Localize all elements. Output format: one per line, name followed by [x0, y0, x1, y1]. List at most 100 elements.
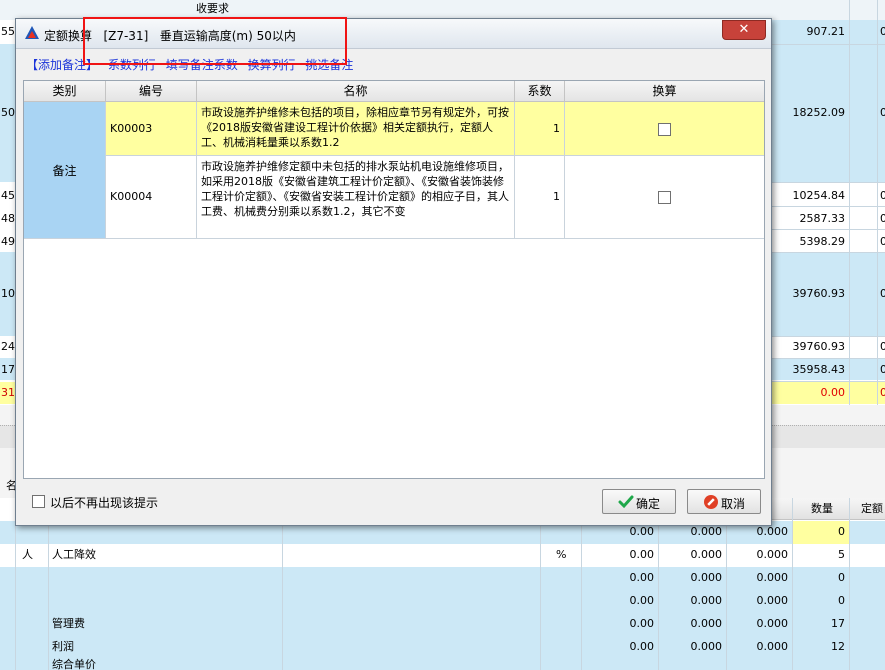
bg-value: 5398.29 — [799, 235, 846, 248]
bg-cell: % — [556, 548, 567, 561]
header-category[interactable]: 类别 — [24, 81, 106, 102]
row-coef: 1 — [553, 190, 560, 203]
close-button[interactable]: ✕ — [722, 20, 766, 40]
bg-value: 0.00 — [820, 386, 846, 399]
bg-edge-value: 0 — [880, 386, 885, 399]
table-row-2-coef[interactable]: 1 — [515, 156, 565, 239]
bg-cell: 0.000 — [756, 617, 789, 630]
bg-row-number: 500 — [1, 106, 15, 119]
bg-cell: 综合单价 — [52, 658, 96, 670]
bg-edge-value: 0 — [880, 235, 885, 248]
dont-show-again-checkbox[interactable] — [32, 495, 45, 508]
bg-value: 35958.43 — [792, 363, 846, 376]
bg-cell: 0 — [838, 571, 845, 584]
cancel-label: 取消 — [721, 497, 746, 511]
app-logo-icon — [24, 25, 40, 44]
ok-button[interactable]: 确定 — [602, 489, 676, 514]
add-note-link[interactable]: 添加备注 — [38, 58, 86, 72]
header-coef[interactable]: 系数 — [515, 81, 565, 102]
bg-grid-line — [792, 498, 793, 670]
bg-grid-line — [581, 521, 582, 670]
bg-value: 907.21 — [806, 25, 846, 38]
category-label: 备注 — [52, 164, 77, 178]
table-row-1-code[interactable]: K00003 — [106, 102, 197, 156]
cancel-button[interactable]: 取消 — [687, 489, 761, 514]
table-row-2-name[interactable]: 市政设施养护维修定额中未包括的排水泵站机电设施维修项目，如采用2018版《安徽省… — [197, 156, 515, 239]
bg-cell: 人工降效 — [52, 548, 96, 561]
bg-cell: 0.000 — [690, 548, 723, 561]
bg-cell: 0.000 — [690, 640, 723, 653]
bg-row-number: 170 — [1, 363, 15, 376]
bg-header-qty: 数量 — [811, 502, 833, 515]
bg-grid-line — [726, 521, 727, 670]
bg-cell: 0.000 — [756, 548, 789, 561]
bg-grid-line — [772, 206, 885, 207]
bg-cell: 管理费 — [52, 617, 85, 630]
bg-cell: 0.000 — [756, 594, 789, 607]
bg-row-number: 45 — [1, 189, 15, 202]
bg-grid-line — [772, 358, 885, 359]
bg-value: 39760.93 — [792, 340, 846, 353]
bg-edge-value: 0 — [880, 287, 885, 300]
bg-cell: 12 — [831, 640, 845, 653]
dont-show-again-label: 以后不再出现该提示 — [50, 496, 159, 510]
bg-cell: 0.00 — [629, 571, 655, 584]
table-header: 类别 编号 名称 系数 换算 — [24, 81, 764, 102]
bg-cell: 0.000 — [690, 617, 723, 630]
bg-grid-line — [48, 521, 49, 670]
bg-grid-line — [772, 229, 885, 230]
bg-row-number: 24 — [1, 340, 15, 353]
table-row-1-coef[interactable]: 1 — [515, 102, 565, 156]
conversion-table: 类别 编号 名称 系数 换算 备注 K00003 市政设施养护维修未包括的项目，… — [23, 80, 765, 479]
bg-grid-line — [658, 521, 659, 670]
row-name: 市政设施养护维修未包括的项目，除相应章节另有规定外，可按《2018版安徽省建设工… — [201, 106, 509, 149]
bg-value: 10254.84 — [792, 189, 846, 202]
row-coef: 1 — [553, 122, 560, 135]
row-code: K00004 — [110, 190, 153, 203]
header-name[interactable]: 名称 — [197, 81, 515, 102]
header-convert[interactable]: 换算 — [565, 81, 764, 102]
bg-row-number: 49 — [1, 235, 15, 248]
link-bracket-open: 【 — [26, 58, 39, 72]
close-icon: ✕ — [738, 22, 750, 37]
bg-grid-line — [772, 252, 885, 253]
bg-edge-value: 0 — [880, 25, 885, 38]
convert-checkbox[interactable] — [658, 123, 671, 136]
bg-value: 18252.09 — [792, 106, 846, 119]
header-code[interactable]: 编号 — [106, 81, 197, 102]
bg-edge-value: 0 — [880, 340, 885, 353]
annotation-highlight-box — [83, 17, 347, 65]
bg-grid-line — [282, 521, 283, 670]
bg-edge-value: 0 — [880, 363, 885, 376]
bg-grid-line — [772, 182, 885, 183]
bg-cell: 0.00 — [629, 640, 655, 653]
convert-checkbox[interactable] — [658, 191, 671, 204]
bg-value: 39760.93 — [792, 287, 846, 300]
bg-cell: 0.00 — [629, 617, 655, 630]
bg-edge-value: 0 — [880, 106, 885, 119]
bg-grid-line — [540, 521, 541, 670]
bg-row-number: 48 — [1, 212, 15, 225]
table-row-1-name[interactable]: 市政设施养护维修未包括的项目，除相应章节另有规定外，可按《2018版安徽省建设工… — [197, 102, 515, 156]
bg-cell: 0 — [838, 594, 845, 607]
quota-conversion-dialog: 定额换算 [Z7-31] 垂直运输高度(m) 50以内 ✕ 【添加备注】 系数列… — [15, 18, 772, 526]
row-code: K00003 — [110, 122, 153, 135]
bg-grid-line — [15, 521, 16, 670]
bg-cell: 人 — [22, 548, 33, 561]
bg-grid-line — [849, 0, 850, 405]
bg-row-number: 31 — [1, 386, 15, 399]
bg-cell: 5 — [838, 548, 845, 561]
category-cell[interactable]: 备注 — [24, 102, 106, 239]
bg-cell: 0 — [838, 525, 845, 538]
table-row-2-code[interactable]: K00004 — [106, 156, 197, 239]
bg-cell: 0.000 — [756, 640, 789, 653]
bg-cell: 17 — [831, 617, 845, 630]
bg-grid-line — [849, 498, 850, 670]
bg-grid-line — [772, 381, 885, 382]
bg-cell: 0.000 — [756, 571, 789, 584]
table-row-1-convert — [565, 102, 764, 156]
bg-cell: 0.000 — [690, 594, 723, 607]
bg-edge-value: 0 — [880, 189, 885, 202]
bg-grid-line — [772, 44, 885, 45]
ok-label: 确定 — [636, 497, 661, 511]
